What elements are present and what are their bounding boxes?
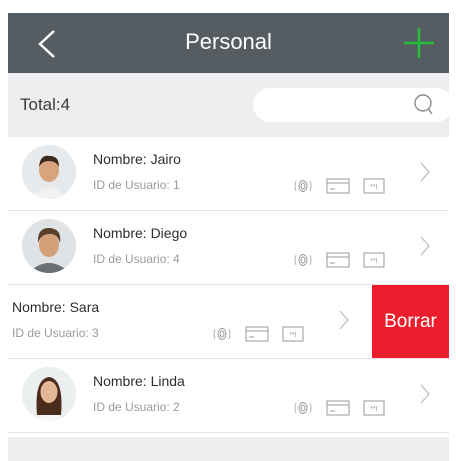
fingerprint-icon	[213, 327, 231, 340]
swiped-row-content[interactable]: Nombre: Sara ID de Usuario: 3 **I	[8, 285, 368, 358]
user-id: ID de Usuario: 4	[93, 252, 180, 266]
avatar	[22, 367, 76, 421]
filter-bar: Total:4	[8, 73, 453, 137]
user-name: Nombre: Linda	[93, 373, 185, 389]
search-box[interactable]	[253, 88, 453, 122]
total-count: Total:4	[20, 95, 71, 114]
avatar	[22, 145, 76, 199]
user-name: Nombre: Diego	[93, 225, 188, 241]
list-item[interactable]: Nombre: Sara ID de Usuario: 3 **I Borrar	[8, 285, 449, 359]
password-icon: **I	[363, 400, 385, 416]
list-item[interactable]: Nombre: Diego ID de Usuario: 4 **I	[8, 211, 449, 285]
user-name: Nombre: Jairo	[93, 151, 181, 167]
user-id: ID de Usuario: 1	[93, 178, 180, 192]
user-id: ID de Usuario: 2	[93, 400, 180, 414]
fingerprint-icon	[294, 401, 312, 414]
delete-button[interactable]: Borrar	[372, 285, 449, 358]
card-icon	[326, 400, 350, 416]
chevron-right-icon	[420, 236, 430, 256]
chevron-right-icon	[420, 384, 430, 404]
user-name: Nombre: Sara	[12, 299, 100, 315]
chevron-right-icon	[339, 310, 349, 330]
search-icon[interactable]	[413, 93, 435, 117]
password-icon: **I	[282, 326, 304, 342]
svg-text:**I: **I	[370, 406, 377, 413]
list-item[interactable]: Nombre: Linda ID de Usuario: 2 **I	[8, 359, 449, 433]
avatar	[22, 219, 76, 273]
credential-icons: **I	[292, 399, 393, 417]
fingerprint-icon	[294, 179, 312, 192]
svg-text:**I: **I	[370, 184, 377, 191]
fingerprint-icon	[294, 253, 312, 266]
password-icon: **I	[363, 178, 385, 194]
credential-icons: **I	[292, 251, 393, 269]
list-footer	[8, 437, 449, 461]
list-item[interactable]: Nombre: Jairo ID de Usuario: 1 **I	[8, 137, 449, 211]
chevron-right-icon	[420, 162, 430, 182]
user-id: ID de Usuario: 3	[12, 326, 99, 340]
card-icon	[326, 178, 350, 194]
user-list: Nombre: Jairo ID de Usuario: 1 **I Nombr…	[8, 137, 449, 433]
page-title: Personal	[185, 29, 272, 54]
credential-icons: **I	[292, 177, 393, 195]
credential-icons: **I	[211, 325, 312, 343]
svg-text:**I: **I	[289, 332, 296, 339]
nav-header: Personal	[8, 13, 449, 73]
card-icon	[245, 326, 269, 342]
card-icon	[326, 252, 350, 268]
add-plus-icon[interactable]	[403, 27, 435, 59]
svg-text:**I: **I	[370, 258, 377, 265]
password-icon: **I	[363, 252, 385, 268]
search-input[interactable]	[267, 94, 411, 118]
